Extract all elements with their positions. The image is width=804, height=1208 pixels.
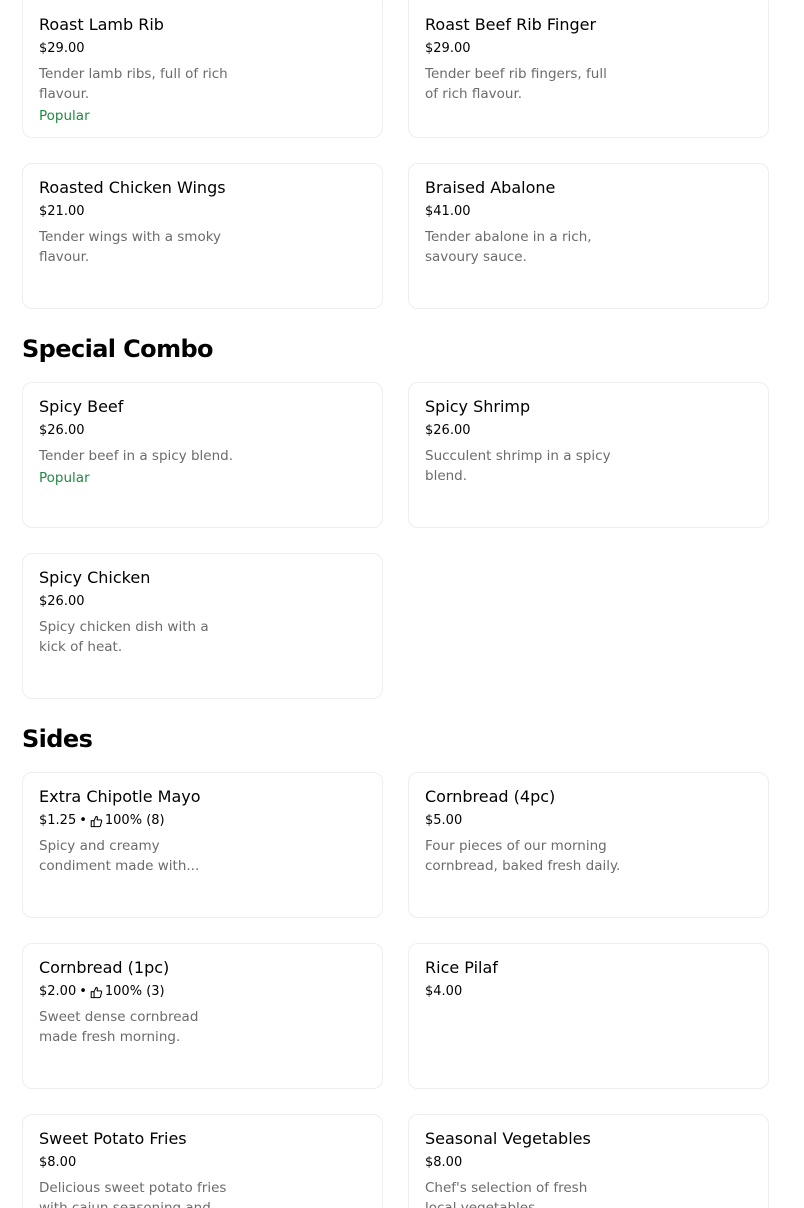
item-description: Spicy and creamy condiment made with...	[39, 838, 200, 874]
menu-item-card[interactable]: Extra Chipotle Mayo $1.25 • 100% (8) Spi…	[22, 772, 383, 918]
meta-separator: •	[79, 984, 87, 999]
thumbs-up-icon	[90, 815, 103, 827]
menu-item-card[interactable]: Roast Beef Rib Finger $29.00 Tender beef…	[408, 0, 769, 138]
item-name: Roast Beef Rib Finger	[425, 15, 597, 34]
item-name: Spicy Beef	[39, 397, 124, 416]
menu-item-card[interactable]: Sweet Potato Fries $8.00 Delicious sweet…	[22, 1114, 383, 1208]
item-description: Tender beef rib fingers, full of rich fl…	[425, 66, 607, 102]
item-meta: $2.00 • 100% (3)	[39, 983, 165, 1001]
item-description: Tender abalone in a rich, savoury sauce.	[425, 229, 592, 265]
popular-badge: Popular	[39, 108, 90, 124]
item-price: $29.00	[39, 41, 85, 56]
item-price: $26.00	[39, 594, 85, 609]
item-price: $8.00	[39, 1155, 77, 1170]
item-name: Rice Pilaf	[425, 958, 498, 977]
item-price: $5.00	[425, 813, 463, 828]
item-price: $41.00	[425, 204, 471, 219]
menu-item-card[interactable]: Roast Lamb Rib $29.00 Tender lamb ribs, …	[22, 0, 383, 138]
item-name: Spicy Shrimp	[425, 397, 531, 416]
menu-page: Roast Lamb Rib $29.00 Tender lamb ribs, …	[0, 0, 804, 1208]
item-name: Braised Abalone	[425, 178, 556, 197]
menu-item-card[interactable]: Cornbread (4pc) $5.00 Four pieces of our…	[408, 772, 769, 918]
menu-item-card[interactable]: Spicy Shrimp $26.00 Succulent shrimp in …	[408, 382, 769, 528]
item-name: Cornbread (1pc)	[39, 958, 170, 977]
menu-item-card[interactable]: Spicy Chicken $26.00 Spicy chicken dish …	[22, 553, 383, 699]
item-name: Roasted Chicken Wings	[39, 178, 226, 197]
item-price: $26.00	[39, 423, 85, 438]
item-description: Spicy chicken dish with a kick of heat.	[39, 619, 209, 655]
item-description: Tender wings with a smoky flavour.	[39, 229, 222, 265]
menu-item-card[interactable]: Cornbread (1pc) $2.00 • 100% (3) Sweet d…	[22, 943, 383, 1089]
item-description: Succulent shrimp in a spicy blend.	[425, 448, 611, 484]
item-description: Chef's selection of fresh local vegetabl…	[425, 1180, 588, 1208]
item-rating: 100% (8)	[104, 813, 165, 828]
menu-item-card[interactable]: Spicy Beef $26.00 Tender beef in a spicy…	[22, 382, 383, 528]
item-meta: $1.25 • 100% (8)	[39, 812, 165, 830]
item-price: $2.00	[39, 984, 77, 999]
section-title-sides: Sides	[22, 725, 93, 753]
item-price: $26.00	[425, 423, 471, 438]
item-description: Sweet dense cornbread made fresh morning…	[39, 1009, 199, 1045]
item-name: Extra Chipotle Mayo	[39, 787, 201, 806]
section-title-special-combo: Special Combo	[22, 335, 214, 363]
item-rating: 100% (3)	[104, 984, 165, 999]
item-price: $4.00	[425, 984, 463, 999]
thumbs-up-icon	[90, 986, 103, 998]
meta-separator: •	[79, 813, 87, 828]
item-price: $1.25	[39, 813, 77, 828]
item-name: Seasonal Vegetables	[425, 1129, 591, 1148]
item-description: Four pieces of our morning cornbread, ba…	[425, 838, 621, 874]
item-description: Tender beef in a spicy blend.	[39, 448, 234, 464]
item-name: Spicy Chicken	[39, 568, 151, 587]
menu-item-card[interactable]: Roasted Chicken Wings $21.00 Tender wing…	[22, 163, 383, 309]
menu-item-card[interactable]: Rice Pilaf $4.00	[408, 943, 769, 1089]
menu-item-card[interactable]: Braised Abalone $41.00 Tender abalone in…	[408, 163, 769, 309]
item-description: Delicious sweet potato fries with cajun …	[39, 1180, 227, 1208]
item-name: Sweet Potato Fries	[39, 1129, 187, 1148]
item-price: $29.00	[425, 41, 471, 56]
item-name: Roast Lamb Rib	[39, 15, 164, 34]
item-price: $8.00	[425, 1155, 463, 1170]
popular-badge: Popular	[39, 470, 90, 486]
menu-item-card[interactable]: Seasonal Vegetables $8.00 Chef's selecti…	[408, 1114, 769, 1208]
item-price: $21.00	[39, 204, 85, 219]
item-name: Cornbread (4pc)	[425, 787, 556, 806]
item-description: Tender lamb ribs, full of rich flavour.	[39, 66, 228, 102]
